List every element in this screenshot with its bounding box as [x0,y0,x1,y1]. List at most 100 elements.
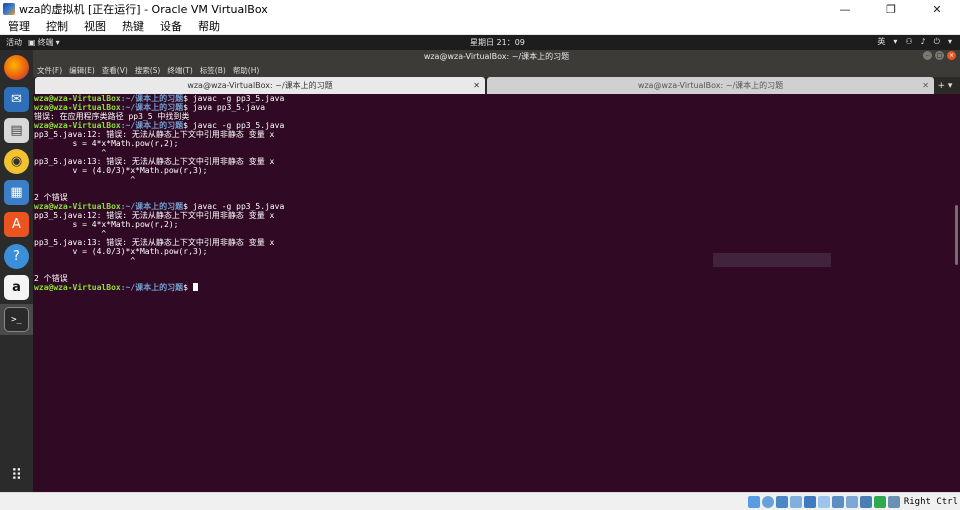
command-text: $ javac -g pp3_5.java [183,121,285,130]
terminal-line: pp3_5.java:13: 错误: 无法从静态上下文中引用非静态 变量 x [34,238,275,247]
help-icon[interactable]: ? [4,244,29,269]
terminal-menu-file[interactable]: 文件(F) [33,65,65,76]
command-text: $ javac -g pp3_5.java [183,202,285,211]
terminal-line: wza@wza-VirtualBox:~/课本上的习题$ javac -g pp… [34,202,285,211]
terminal-line: wza@wza-VirtualBox:~/课本上的习题$ javac -g pp… [34,121,285,130]
terminal-line: 错误: 在应用程序类路径 pp3_5 中找到类 [34,112,190,121]
menu-hotkey[interactable]: 热键 [114,18,152,34]
terminal-menu-terminal[interactable]: 终端(T) [163,65,195,76]
terminal-menu-tabs[interactable]: 标签(B) [196,65,229,76]
terminal-minimize-icon[interactable]: – [923,51,932,60]
terminal-small-icon: ▣ [28,38,36,47]
host-status-bar: Right Ctrl [0,492,960,510]
terminal-line: s = 4*x*Math.pow(r,2); [34,220,179,229]
close-button[interactable]: ✕ [914,0,960,18]
terminal-line: 2 个错误 [34,193,68,202]
virtualbox-icon [3,3,15,15]
terminal-line: s = 4*x*Math.pow(r,2); [34,139,179,148]
terminal-menu-search[interactable]: 搜索(S) [131,65,164,76]
maximize-button[interactable]: ❐ [868,0,914,18]
network-adapter-icon[interactable] [789,495,802,508]
host-menu-bar: 管理 控制 视图 热键 设备 帮助 [0,18,960,35]
command-text: $ java pp3_5.java [183,103,266,112]
vm-display[interactable]: 活动 ▣ 终端 ▾ 星期日 21：09 英 ▾ ⚇ ♪ ⏻ ▾ ✉ ▤ ◉ ▦ … [0,35,960,492]
clock[interactable]: 星期日 21：09 [470,37,525,48]
terminal-icon[interactable]: >_ [4,307,29,332]
terminal-line: ^ [34,229,107,238]
audio-icon[interactable] [775,495,788,508]
command-text: $ javac -g pp3_5.java [183,94,285,103]
input-method-indicator[interactable]: 英 [877,36,885,47]
command-text: $ [183,283,193,292]
chevron-down-icon: ▾ [55,38,60,47]
terminal-output[interactable]: wza@wza-VirtualBox:~/课本上的习题$ javac -g pp… [33,94,953,492]
system-tray[interactable]: 英 ▾ ⚇ ♪ ⏻ ▾ [877,36,952,47]
terminal-menu-bar: 文件(F) 编辑(E) 查看(V) 搜索(S) 终端(T) 标签(B) 帮助(H… [33,63,960,77]
tab-1[interactable]: wza@wza-VirtualBox: ~/课本上的习题 ✕ [35,77,485,94]
menu-help[interactable]: 帮助 [190,18,228,34]
menu-control[interactable]: 控制 [38,18,76,34]
tab-label: wza@wza-VirtualBox: ~/课本上的习题 [187,81,333,90]
terminal-line: 2 个错误 [34,274,68,283]
prompt-path: ~/课本上的习题 [125,283,184,292]
recording-icon[interactable] [845,495,858,508]
writer-icon[interactable]: ▦ [4,180,29,205]
app-menu-label: 终端 [37,38,54,47]
chevron-down-icon: ▾ [893,37,898,46]
host-window-title: wza的虚拟机 [正在运行] - Oracle VM VirtualBox [19,3,268,16]
menu-view[interactable]: 视图 [76,18,114,34]
terminal-menu-view[interactable]: 查看(V) [98,65,131,76]
scrollbar-thumb[interactable] [955,205,958,265]
show-apps-icon[interactable]: ⠿ [4,462,29,487]
firefox-icon[interactable] [4,55,29,80]
terminal-title-bar: wza@wza-VirtualBox: ~/课本上的习题 – □ × [33,50,960,63]
rhythmbox-icon[interactable]: ◉ [4,149,29,174]
prompt-user: wza@wza-VirtualBox [34,121,121,130]
host-title-bar: wza的虚拟机 [正在运行] - Oracle VM VirtualBox — … [0,0,960,18]
terminal-menu-edit[interactable]: 编辑(E) [65,65,98,76]
terminal-line: pp3_5.java:12: 错误: 无法从静态上下文中引用非静态 变量 x [34,130,275,139]
shared-folders-icon[interactable] [817,495,830,508]
close-icon[interactable]: ✕ [473,81,480,90]
tab-2[interactable]: wza@wza-VirtualBox: ~/课本上的习题 ✕ [487,77,934,94]
prompt-user: wza@wza-VirtualBox [34,103,121,112]
new-tab-icon[interactable]: + ▾ [934,77,956,94]
amazon-icon[interactable]: a [4,275,29,300]
terminal-window: wza@wza-VirtualBox: ~/课本上的习题 – □ × 文件(F)… [33,50,960,492]
terminal-line: wza@wza-VirtualBox:~/课本上的习题$ java pp3_5.… [34,103,266,112]
menu-devices[interactable]: 设备 [152,18,190,34]
terminal-title: wza@wza-VirtualBox: ~/课本上的习题 [423,52,570,61]
prompt-user: wza@wza-VirtualBox [34,94,121,103]
gnome-top-bar: 活动 ▣ 终端 ▾ 星期日 21：09 英 ▾ ⚇ ♪ ⏻ ▾ [0,35,960,50]
display-icon[interactable] [831,495,844,508]
close-icon[interactable]: ✕ [922,81,929,90]
terminal-line: wza@wza-VirtualBox:~/课本上的习题$ [34,283,953,292]
terminal-maximize-icon[interactable]: □ [935,51,944,60]
cpu-icon[interactable] [859,495,872,508]
mouse-integration-icon[interactable] [873,495,886,508]
terminal-line: ^ [34,148,107,157]
menu-manage[interactable]: 管理 [0,18,38,34]
network-icon: ⚇ [905,37,913,46]
terminal-menu-help[interactable]: 帮助(H) [229,65,263,76]
minimize-button[interactable]: — [822,0,868,18]
keyboard-icon[interactable] [887,495,900,508]
optical-drive-icon[interactable] [761,495,774,508]
volume-icon: ♪ [920,37,926,46]
terminal-tab-bar: wza@wza-VirtualBox: ~/课本上的习题 ✕ wza@wza-V… [33,77,960,94]
host-key-label: Right Ctrl [903,496,958,507]
app-menu[interactable]: ▣ 终端 ▾ [28,37,60,48]
activities-button[interactable]: 活动 [0,37,28,48]
text-cursor [192,283,198,291]
hard-disk-icon[interactable] [747,495,760,508]
software-icon[interactable]: A [4,212,29,237]
usb-icon[interactable] [803,495,816,508]
tab-label: wza@wza-VirtualBox: ~/课本上的习题 [637,81,784,90]
power-icon: ⏻ [933,36,940,46]
files-icon[interactable]: ▤ [4,118,29,143]
terminal-close-icon[interactable]: × [947,51,956,60]
thunderbird-icon[interactable]: ✉ [4,87,29,112]
terminal-line: v = (4.0/3)*x*Math.pow(r,3); [34,166,208,175]
terminal-line: ^ [34,175,136,184]
chevron-down-icon: ▾ [947,37,952,46]
